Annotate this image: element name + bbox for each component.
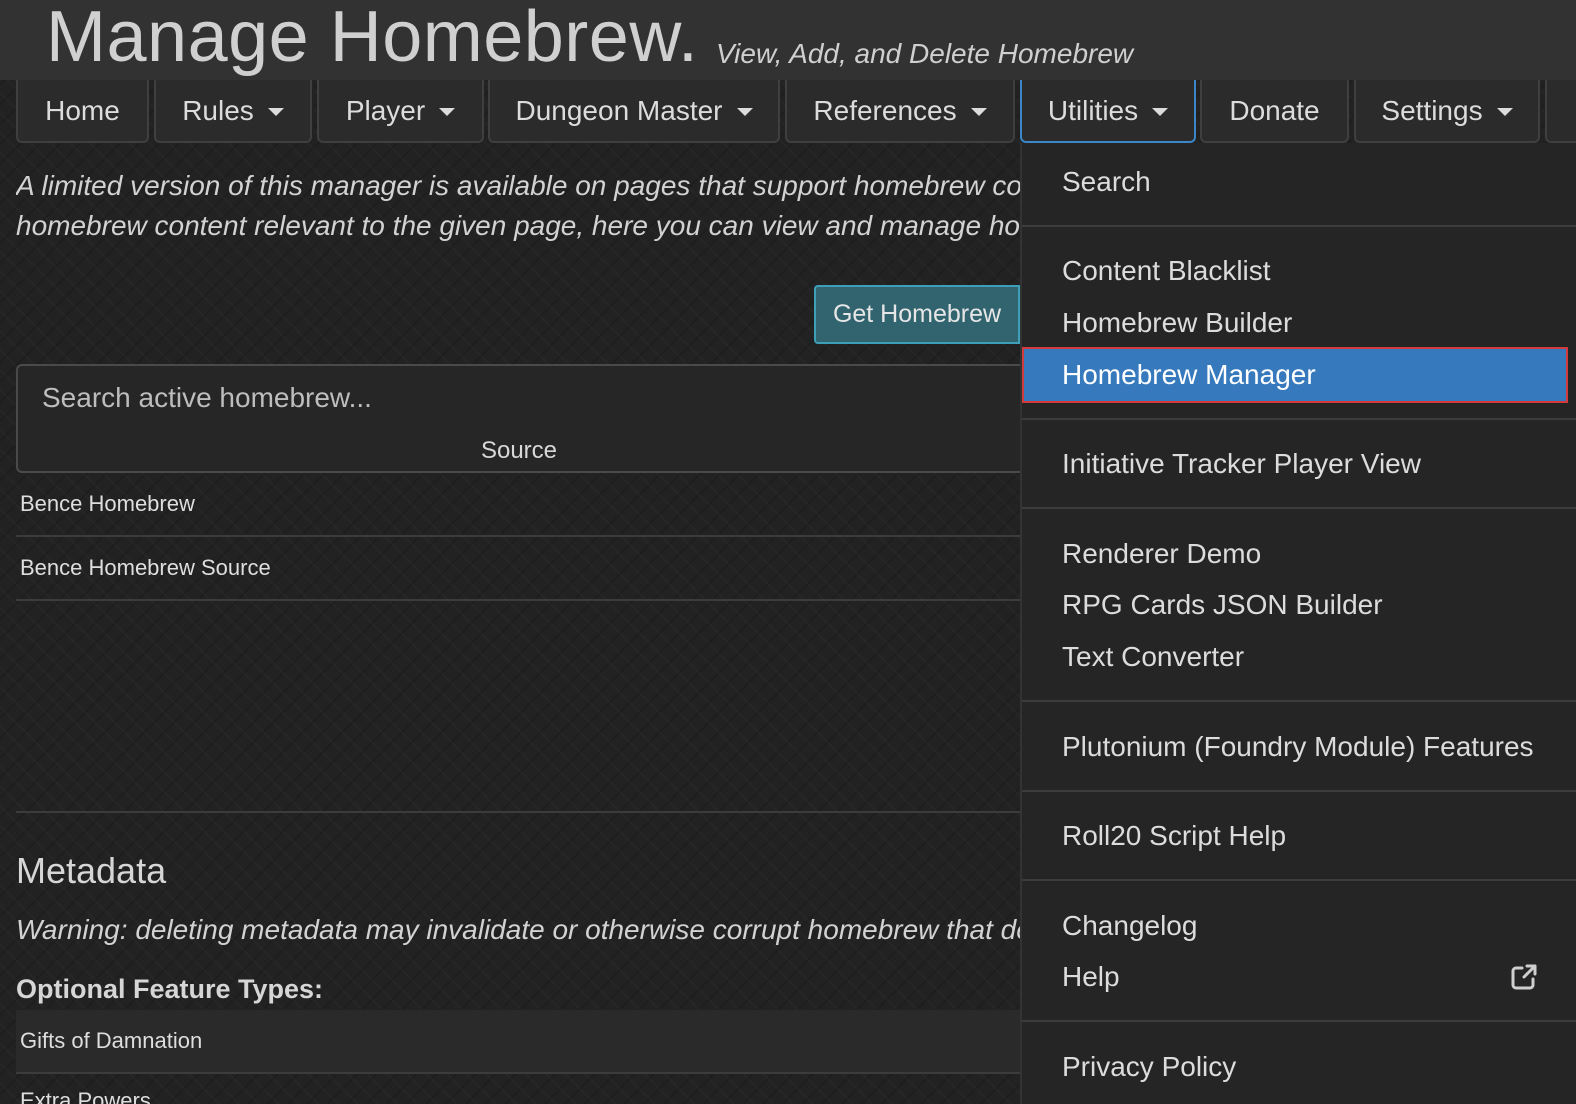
menu-item-text-converter[interactable]: Text Converter (1022, 631, 1576, 683)
menu-item-content-blacklist[interactable]: Content Blacklist (1022, 245, 1576, 297)
menu-divider (1022, 225, 1576, 227)
nav-tab-references[interactable]: References (785, 80, 1015, 143)
nav-tab-utilities[interactable]: Utilities (1020, 80, 1196, 143)
menu-item-changelog[interactable]: Changelog (1022, 900, 1576, 952)
menu-divider (1022, 879, 1576, 881)
metadata-warning: Warning: deleting metadata may invalidat… (16, 914, 1020, 945)
list-item[interactable]: Extra Powers (16, 1076, 1022, 1104)
menu-divider (1022, 790, 1576, 792)
intro-text: A limited version of this manager is ava… (16, 166, 1020, 246)
nav-tab-label: References (813, 94, 957, 126)
nav-tab-settings[interactable]: Settings (1354, 80, 1540, 143)
caret-down-icon (1152, 108, 1169, 116)
metadata-heading: Metadata (16, 850, 167, 891)
menu-item-plutonium[interactable]: Plutonium (Foundry Module) Features (1022, 721, 1576, 773)
caret-down-icon (439, 108, 456, 116)
nav-tab-home[interactable]: Home (16, 80, 149, 143)
page-header: Manage Homebrew. View, Add, and Delete H… (0, 0, 1576, 80)
external-link-icon (1511, 964, 1537, 990)
nav-tab-label: Dungeon Master (515, 94, 723, 126)
nav-tab-player[interactable]: Player (317, 80, 484, 143)
menu-divider (1022, 1020, 1576, 1022)
nav-tab-dungeon-master[interactable]: Dungeon Master (488, 80, 780, 143)
nav-tab-overflow[interactable] (1545, 80, 1576, 143)
caret-down-icon (736, 108, 753, 116)
menu-item-privacy-policy[interactable]: Privacy Policy (1022, 1041, 1576, 1093)
menu-item-help[interactable]: Help (1022, 951, 1576, 1003)
optional-feature-types-label: Optional Feature Types: (16, 974, 324, 1004)
page-title: Manage Homebrew. (46, 0, 699, 77)
nav-tab-label: Player (345, 94, 426, 126)
page-subtitle: View, Add, and Delete Homebrew (716, 38, 1134, 69)
table-row[interactable]: Bence Homebrew Source (16, 537, 1022, 601)
menu-item-rpg-cards[interactable]: RPG Cards JSON Builder (1022, 579, 1576, 631)
menu-item-search[interactable]: Search (1022, 156, 1576, 208)
menu-item-help-label: Help (1062, 961, 1120, 992)
menu-item-renderer-demo[interactable]: Renderer Demo (1022, 528, 1576, 580)
caret-down-icon (970, 108, 987, 116)
menu-item-homebrew-manager[interactable]: Homebrew Manager (1022, 347, 1568, 403)
feature-type-name: Extra Powers (20, 1088, 151, 1104)
menu-item-homebrew-builder[interactable]: Homebrew Builder (1022, 297, 1576, 349)
section-divider (16, 811, 1022, 813)
nav-tab-label: Utilities (1047, 94, 1139, 126)
menu-divider (1022, 418, 1576, 420)
menu-divider (1022, 507, 1576, 509)
get-homebrew-button[interactable]: Get Homebrew (814, 285, 1020, 344)
nav-tab-label: Settings (1381, 94, 1483, 126)
feature-type-name: Gifts of Damnation (20, 1028, 203, 1053)
search-homebrew-input[interactable]: Search active homebrew... (16, 364, 1022, 432)
caret-down-icon (267, 108, 284, 116)
intro-line-1: A limited version of this manager is ava… (16, 170, 1020, 201)
main-nav: Home Rules Player Dungeon Master Referen… (0, 80, 1576, 144)
nav-tab-label: Home (45, 94, 120, 126)
utilities-dropdown-menu: Search Content Blacklist Homebrew Builde… (1020, 143, 1576, 1104)
caret-down-icon (1496, 108, 1513, 116)
table-row[interactable]: Bence Homebrew (16, 473, 1022, 537)
list-item[interactable]: Gifts of Damnation (16, 1010, 1022, 1074)
nav-tab-rules[interactable]: Rules (154, 80, 312, 143)
nav-tab-label: Rules (182, 94, 254, 126)
menu-item-initiative-tracker[interactable]: Initiative Tracker Player View (1022, 438, 1576, 490)
menu-divider (1022, 700, 1576, 702)
row-source-name: Bence Homebrew Source (20, 555, 271, 580)
nav-tab-label: Donate (1229, 94, 1320, 126)
intro-line-2: homebrew content relevant to the given p… (16, 210, 1020, 241)
row-source-name: Bence Homebrew (20, 491, 195, 516)
source-column-header[interactable]: Source (16, 430, 1022, 473)
nav-tab-donate[interactable]: Donate (1200, 80, 1349, 143)
menu-item-roll20-script-help[interactable]: Roll20 Script Help (1022, 810, 1576, 862)
